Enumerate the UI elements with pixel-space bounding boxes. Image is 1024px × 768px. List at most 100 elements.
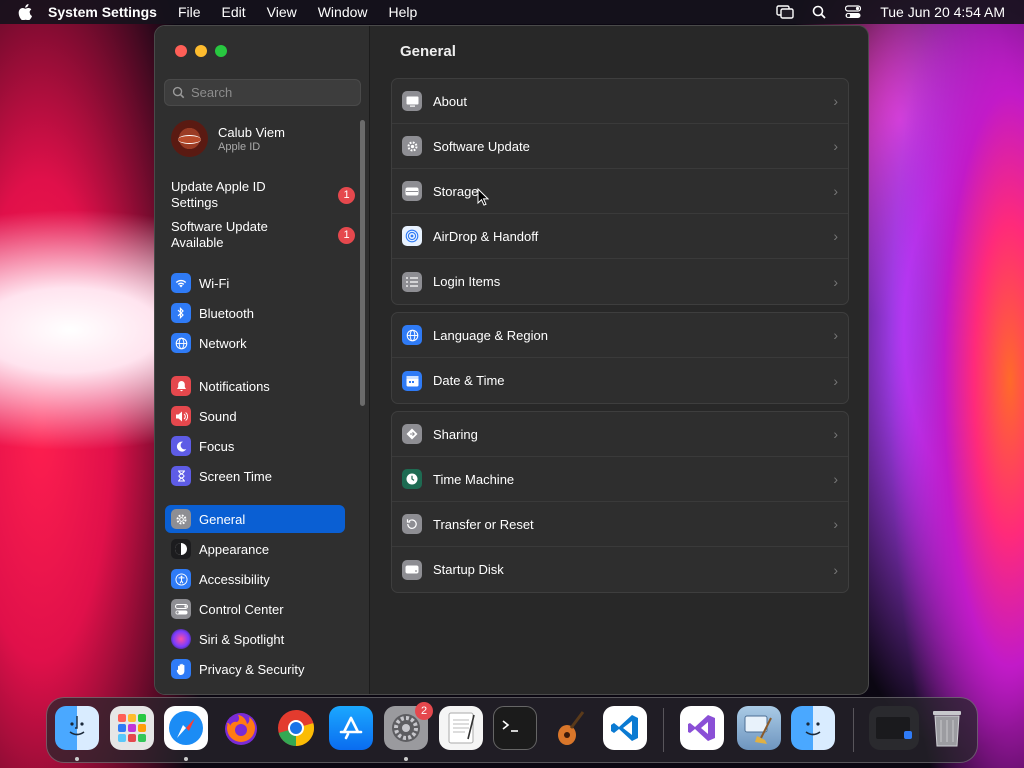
search-field[interactable] [164,79,361,106]
chrome-icon[interactable] [274,706,318,750]
sidebar-item-label: Privacy & Security [199,661,305,677]
close-button[interactable] [175,45,187,57]
chevron-right-icon: › [833,426,838,442]
terminal-icon[interactable] [493,706,537,750]
cleaner-icon[interactable] [737,706,781,750]
visual-studio-icon[interactable] [680,706,724,750]
alert-update-apple-id[interactable]: Update Apple ID Settings 1 [171,179,356,211]
sidebar: Calub Viem Apple ID Update Apple ID Sett… [155,26,370,694]
sidebar-item-accessibility[interactable]: Accessibility [165,565,345,593]
sidebar-item-label: General [199,511,246,527]
row-startup-disk[interactable]: Startup Disk › [392,547,848,592]
launchpad-icon[interactable] [110,706,154,750]
chevron-right-icon: › [833,471,838,487]
row-label: Login Items [433,274,501,289]
profile-subtitle: Apple ID [218,140,261,153]
row-airdrop-handoff[interactable]: AirDrop & Handoff › [392,214,848,259]
hourglass-icon [171,466,191,486]
menu-clock[interactable]: Tue Jun 20 4:54 AM [880,4,1005,20]
sidebar-item-privacy-security[interactable]: Privacy & Security [165,655,345,683]
sidebar-item-label: Accessibility [199,571,270,587]
garageband-icon[interactable] [547,706,591,750]
notification-badge: 1 [338,186,355,204]
row-label: Software Update [433,138,530,154]
sidebar-item-bluetooth[interactable]: Bluetooth [165,299,345,327]
menu-window[interactable]: Window [318,4,368,20]
safari-icon[interactable] [164,706,208,750]
apple-id-profile[interactable]: Calub Viem Apple ID [171,120,285,157]
sidebar-item-general[interactable]: General [165,505,345,533]
dock: 2 [46,697,978,763]
chevron-right-icon: › [833,228,838,244]
sidebar-item-label: Sound [199,408,237,424]
sidebar-item-label: Appearance [199,541,270,557]
chevron-right-icon: › [833,183,838,199]
finder-icon[interactable] [55,706,99,750]
row-sharing[interactable]: Sharing › [392,412,848,457]
sidebar-item-label: Wi-Fi [199,275,230,291]
row-software-update[interactable]: Software Update › [392,124,848,169]
search-icon [172,86,185,99]
chevron-right-icon: › [833,327,838,343]
profile-name: Calub Viem [218,124,285,140]
alert-label: Update Apple ID Settings [171,179,266,210]
sidebar-item-sound[interactable]: Sound [165,402,345,430]
sidebar-item-screen-time[interactable]: Screen Time [165,462,345,490]
sidebar-item-network[interactable]: Network [165,329,345,357]
sidebar-item-wifi[interactable]: Wi-Fi [165,269,345,297]
sidebar-item-label: Siri & Spotlight [199,631,285,647]
row-storage[interactable]: Storage › [392,169,848,214]
search-input[interactable] [191,85,351,100]
row-label: About [433,93,467,109]
main-pane: General About › Software Update › Storag… [371,26,868,694]
gear-badge-icon [402,136,422,156]
alert-software-update[interactable]: Software Update Available 1 [171,219,356,251]
control-center-icon[interactable] [844,4,862,20]
downloads-stack-icon[interactable] [869,706,919,750]
menu-view[interactable]: View [267,4,297,20]
chevron-right-icon: › [833,561,838,578]
menu-app-name[interactable]: System Settings [48,4,157,20]
screen-mirroring-icon[interactable] [776,4,794,20]
display-icon [402,91,422,111]
sidebar-item-siri-spotlight[interactable]: Siri & Spotlight [165,625,345,653]
row-about[interactable]: About › [392,79,848,124]
trash-icon[interactable] [925,706,969,750]
menu-bar: System Settings File Edit View Window He… [0,0,1024,24]
sidebar-item-appearance[interactable]: Appearance [165,535,345,563]
list-icon [402,271,422,292]
menu-file[interactable]: File [178,4,201,20]
row-transfer-reset[interactable]: Transfer or Reset › [392,502,848,547]
row-label: Time Machine [433,471,515,487]
sidebar-item-control-center[interactable]: Control Center [165,595,345,623]
settings-group-1: About › Software Update › Storage › AirD… [391,78,849,305]
sidebar-item-focus[interactable]: Focus [165,432,345,460]
row-label: Sharing [433,426,478,442]
calendar-icon [402,370,422,391]
menu-help[interactable]: Help [389,4,418,20]
textedit-icon[interactable] [439,706,483,750]
row-time-machine[interactable]: Time Machine › [392,457,848,502]
apple-icon[interactable] [18,4,32,20]
search-icon[interactable] [810,4,828,20]
sidebar-item-label: Control Center [199,601,284,617]
firefox-icon[interactable] [219,706,263,750]
sidebar-scrollbar[interactable] [360,120,365,406]
row-date-time[interactable]: Date & Time › [392,358,848,403]
row-label: Language & Region [433,327,548,343]
row-language-region[interactable]: Language & Region › [392,313,848,358]
migration-assistant-icon[interactable] [791,706,835,750]
appearance-icon [171,539,191,559]
sidebar-item-notifications[interactable]: Notifications [165,372,345,400]
zoom-button[interactable] [215,45,227,57]
vscode-icon[interactable] [603,706,647,750]
row-login-items[interactable]: Login Items › [392,259,848,304]
chevron-right-icon: › [833,138,838,154]
menu-edit[interactable]: Edit [222,4,246,20]
sidebar-item-label: Network [199,335,247,351]
row-label: Startup Disk [433,562,504,577]
system-settings-window: Calub Viem Apple ID Update Apple ID Sett… [154,25,869,695]
minimize-button[interactable] [195,45,207,57]
dock-badge: 2 [415,702,433,720]
app-store-icon[interactable] [329,706,373,750]
